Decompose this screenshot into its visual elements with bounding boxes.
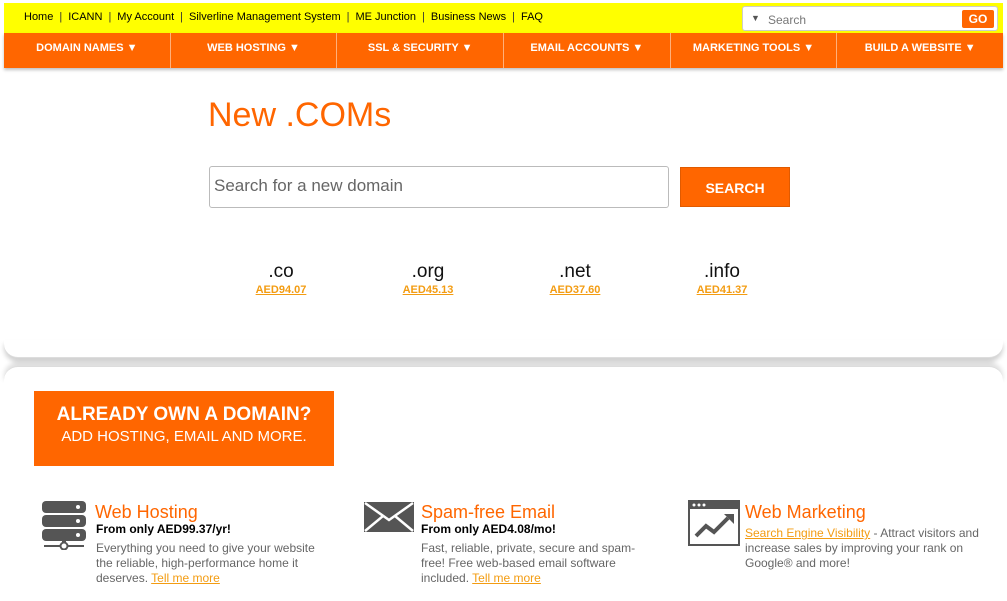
nav-marketing-tools[interactable]: MARKETING TOOLS ▼ bbox=[671, 33, 838, 68]
site-search-input[interactable]: Search bbox=[768, 13, 806, 27]
tld-item: .org AED45.13 bbox=[388, 261, 468, 297]
nav-web-hosting[interactable]: WEB HOSTING ▼ bbox=[171, 33, 338, 68]
tld-name: .net bbox=[559, 261, 591, 282]
feature-title[interactable]: Web Marketing bbox=[745, 502, 866, 523]
top-link-my-account[interactable]: My Account bbox=[117, 11, 174, 23]
separator: | bbox=[422, 11, 425, 23]
tld-price-link[interactable]: AED94.07 bbox=[241, 284, 321, 296]
tld-price-link[interactable]: AED45.13 bbox=[388, 284, 468, 296]
main-nav: DOMAIN NAMES ▼ WEB HOSTING ▼ SSL & SECUR… bbox=[4, 33, 1003, 68]
feature-title[interactable]: Spam-free Email bbox=[421, 502, 555, 523]
feature-title[interactable]: Web Hosting bbox=[95, 502, 198, 523]
top-link-me-junction[interactable]: ME Junction bbox=[356, 11, 417, 23]
chart-trend-icon bbox=[688, 500, 740, 546]
tell-me-more-link[interactable]: Tell me more bbox=[472, 571, 541, 585]
nav-build-website[interactable]: BUILD A WEBSITE ▼ bbox=[837, 33, 1003, 68]
tell-me-more-link[interactable]: Tell me more bbox=[151, 571, 220, 585]
separator: | bbox=[512, 11, 515, 23]
banner-heading: ALREADY OWN A DOMAIN? bbox=[56, 404, 312, 425]
tld-price-link[interactable]: AED41.37 bbox=[682, 284, 762, 296]
domain-search-button[interactable]: SEARCH bbox=[680, 167, 790, 207]
go-button[interactable]: GO bbox=[962, 10, 994, 28]
already-own-domain-banner[interactable]: ALREADY OWN A DOMAIN? ADD HOSTING, EMAIL… bbox=[34, 391, 334, 466]
nav-email-accounts[interactable]: EMAIL ACCOUNTS ▼ bbox=[504, 33, 671, 68]
domain-search-placeholder: Search for a new domain bbox=[214, 176, 403, 195]
search-engine-visibility-link[interactable]: Search Engine Visibility bbox=[745, 526, 870, 540]
nav-domain-names[interactable]: DOMAIN NAMES ▼ bbox=[4, 33, 171, 68]
top-links: Home | ICANN | My Account | Silverline Managem… bbox=[24, 11, 543, 23]
tld-item: .co AED94.07 bbox=[241, 261, 321, 297]
separator: | bbox=[59, 11, 63, 23]
section-divider bbox=[4, 340, 1003, 358]
feature-price: From only AED99.37/yr! bbox=[96, 522, 231, 536]
domain-search-input[interactable]: Search for a new domain bbox=[209, 166, 669, 208]
separator: | bbox=[346, 11, 350, 23]
tld-item: .info AED41.37 bbox=[682, 261, 762, 297]
separator: | bbox=[108, 11, 112, 23]
top-utility-bar: Home | ICANN | My Account | Silverline Managem… bbox=[4, 3, 1003, 33]
tld-name: .info bbox=[704, 261, 740, 282]
tld-item: .net AED37.60 bbox=[535, 261, 615, 297]
top-link-faq[interactable]: FAQ bbox=[521, 11, 543, 23]
feature-description: Fast, reliable, private, secure and spam… bbox=[421, 541, 636, 585]
tld-name: .org bbox=[411, 261, 445, 282]
tld-price-link[interactable]: AED37.60 bbox=[535, 284, 615, 296]
tld-name: .co bbox=[268, 261, 294, 282]
page-title: New .COMs bbox=[208, 96, 392, 134]
feature-description: Search Engine Visibility - Attract visit… bbox=[745, 526, 979, 570]
top-link-home[interactable]: Home bbox=[24, 11, 53, 23]
server-icon bbox=[42, 501, 86, 550]
top-link-icann[interactable]: ICANN bbox=[68, 11, 102, 23]
top-link-silverline[interactable]: Silverline Management System bbox=[189, 11, 341, 23]
banner-subheading: ADD HOSTING, EMAIL AND MORE. bbox=[61, 428, 307, 445]
separator: | bbox=[180, 11, 184, 23]
feature-price: From only AED4.08/mo! bbox=[421, 522, 556, 536]
envelope-icon bbox=[364, 501, 414, 532]
nav-ssl-security[interactable]: SSL & SECURITY ▼ bbox=[337, 33, 505, 68]
dropdown-caret-icon[interactable]: ▼ bbox=[751, 13, 760, 23]
feature-description: Everything you need to give your website… bbox=[96, 541, 315, 585]
top-link-business-news[interactable]: Business News bbox=[431, 11, 506, 23]
site-search[interactable]: ▼ Search GO bbox=[742, 6, 998, 31]
section-divider bbox=[4, 366, 1003, 384]
